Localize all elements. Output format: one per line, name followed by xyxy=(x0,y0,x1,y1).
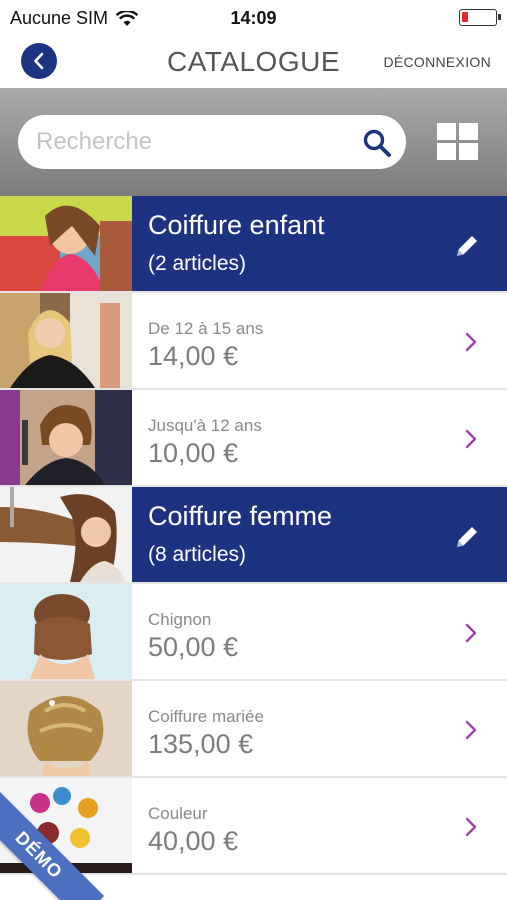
status-bar: Aucune SIM 14:09 xyxy=(0,0,507,36)
item-image xyxy=(0,390,132,485)
category-title: Coiffure femme xyxy=(148,501,333,531)
item-name: De 12 à 15 ans xyxy=(148,319,264,338)
category-title: Coiffure enfant xyxy=(148,210,325,240)
chevron-right-icon xyxy=(465,720,477,740)
category-row-coiffure-enfant[interactable]: Coiffure enfant (2 articles) xyxy=(0,196,507,293)
item-price: 10,00 € xyxy=(148,438,239,468)
navigation-bar: CATALOGUE DÉCONNEXION xyxy=(0,36,507,88)
search-field[interactable] xyxy=(18,115,406,169)
search-input[interactable] xyxy=(36,125,356,159)
edit-pencil-icon[interactable] xyxy=(453,523,481,551)
list-item-de-12-a-15-ans[interactable]: De 12 à 15 ans 14,00 € xyxy=(0,293,507,390)
item-image xyxy=(0,584,132,679)
logout-button[interactable]: DÉCONNEXION xyxy=(383,54,491,70)
item-price: 14,00 € xyxy=(148,341,239,371)
clock: 14:09 xyxy=(230,8,277,28)
category-image xyxy=(0,196,132,291)
item-name: Coiffure mariée xyxy=(148,707,264,726)
search-bar-area xyxy=(0,88,507,196)
list-item-couleur[interactable]: Couleur 40,00 € xyxy=(0,778,507,875)
chevron-right-icon xyxy=(465,817,477,837)
chevron-right-icon xyxy=(465,623,477,643)
list-item-jusqu-a-12-ans[interactable]: Jusqu'à 12 ans 10,00 € xyxy=(0,390,507,487)
item-image xyxy=(0,293,132,388)
item-price: 50,00 € xyxy=(148,632,239,662)
category-count: (2 articles) xyxy=(148,252,247,275)
item-price: 135,00 € xyxy=(148,729,254,759)
item-price: 40,00 € xyxy=(148,826,239,856)
item-name: Jusqu'à 12 ans xyxy=(148,416,262,435)
search-icon[interactable] xyxy=(362,128,392,158)
battery-icon xyxy=(459,9,501,26)
edit-pencil-icon[interactable] xyxy=(453,232,481,260)
list-item-coiffure-mariee[interactable]: Coiffure mariée 135,00 € xyxy=(0,681,507,778)
item-name: Chignon xyxy=(148,610,212,629)
category-image xyxy=(0,487,132,582)
catalogue-list: Coiffure enfant (2 articles) De 12 à 15 … xyxy=(0,196,507,900)
chevron-right-icon xyxy=(465,332,477,352)
category-count: (8 articles) xyxy=(148,543,247,566)
list-item-chignon[interactable]: Chignon 50,00 € xyxy=(0,584,507,681)
item-image xyxy=(0,681,132,776)
chevron-right-icon xyxy=(465,429,477,449)
category-row-coiffure-femme[interactable]: Coiffure femme (8 articles) xyxy=(0,487,507,584)
item-name: Couleur xyxy=(148,804,208,823)
grid-view-icon[interactable] xyxy=(437,123,478,160)
